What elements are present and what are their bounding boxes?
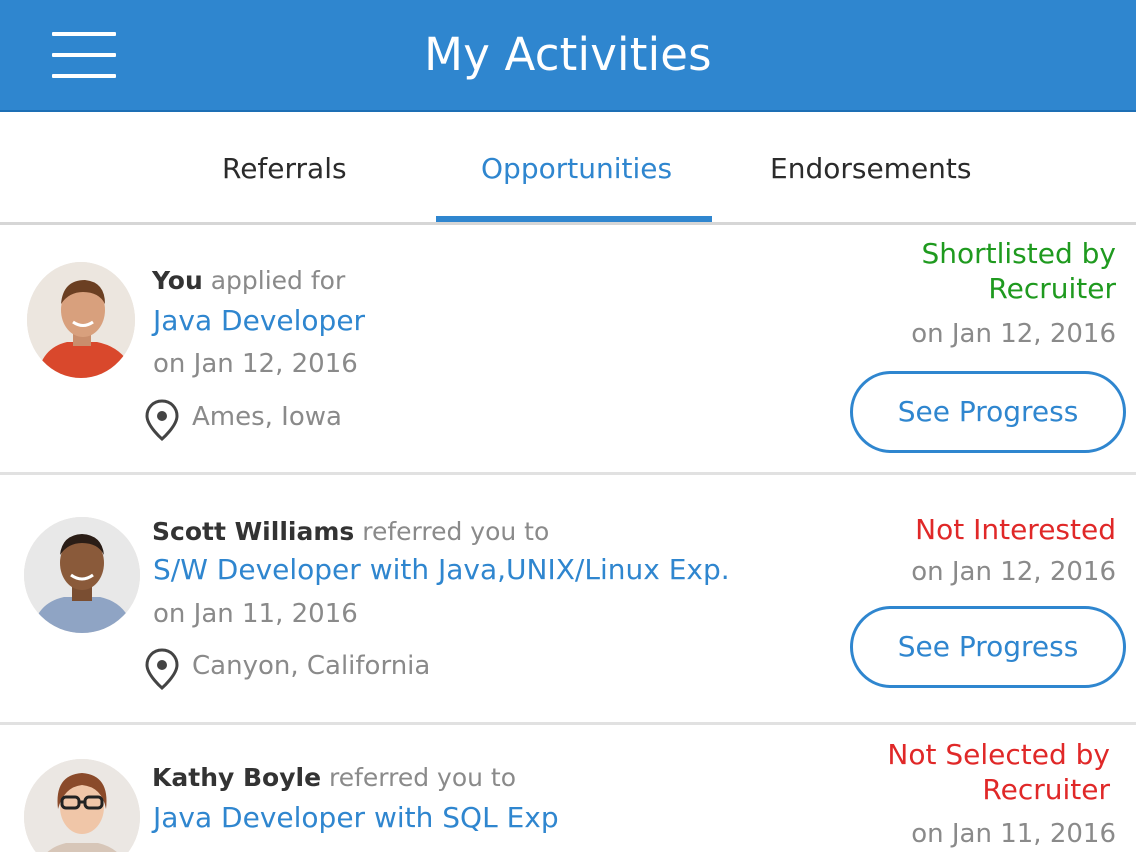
status-date: on Jan 12, 2016 <box>911 557 1116 587</box>
status-date: on Jan 11, 2016 <box>911 819 1116 849</box>
action-text: applied for <box>202 266 346 295</box>
see-progress-button[interactable]: See Progress <box>850 606 1126 688</box>
activity-summary: You applied for <box>152 266 345 295</box>
activity-date: on Jan 11, 2016 <box>153 599 358 629</box>
active-tab-indicator <box>436 216 712 222</box>
avatar <box>27 262 135 378</box>
status-line: Recruiter <box>988 272 1116 305</box>
activity-card: You applied for Java Developer on Jan 12… <box>0 228 1136 475</box>
status-badge: Not Interested <box>915 512 1116 547</box>
tab-opportunities[interactable]: Opportunities <box>481 152 672 185</box>
status-line: Recruiter <box>982 773 1110 806</box>
tab-endorsements[interactable]: Endorsements <box>770 152 971 185</box>
job-title-link[interactable]: S/W Developer with Java,UNIX/Linux Exp. <box>153 553 730 586</box>
location-text: Ames, Iowa <box>192 402 342 432</box>
status-badge: Shortlisted by Recruiter <box>921 236 1116 306</box>
activity-summary: Scott Williams referred you to <box>152 517 549 546</box>
actor-name: Kathy Boyle <box>152 763 322 792</box>
actor-name: Scott Williams <box>152 517 355 546</box>
see-progress-button[interactable]: See Progress <box>850 371 1126 453</box>
status-line: Not Interested <box>915 513 1116 546</box>
page-title: My Activities <box>424 28 712 81</box>
actor-name: You <box>152 266 203 295</box>
activity-summary: Kathy Boyle referred you to <box>152 763 516 792</box>
status-badge: Not Selected by Recruiter <box>887 737 1110 807</box>
location-text: Canyon, California <box>192 651 431 681</box>
activity-date: on Jan 12, 2016 <box>153 349 358 379</box>
status-line: Not Selected by <box>887 738 1110 771</box>
job-title-link[interactable]: Java Developer with SQL Exp <box>153 801 559 834</box>
status-date: on Jan 12, 2016 <box>911 319 1116 349</box>
activity-card: Scott Williams referred you to S/W Devel… <box>0 475 1136 725</box>
location-pin-icon <box>145 648 179 690</box>
app-header: My Activities <box>0 0 1136 112</box>
avatar <box>24 759 140 852</box>
activity-card: Kathy Boyle referred you to Java Develop… <box>0 725 1136 852</box>
job-title-link[interactable]: Java Developer <box>153 304 365 337</box>
action-text: referred you to <box>354 517 550 546</box>
status-line: Shortlisted by <box>921 237 1116 270</box>
tab-bar: Referrals Opportunities Endorsements <box>0 112 1136 225</box>
tab-referrals[interactable]: Referrals <box>222 152 347 185</box>
action-text: referred you to <box>321 763 517 792</box>
location-pin-icon <box>145 399 179 441</box>
avatar <box>24 517 140 633</box>
